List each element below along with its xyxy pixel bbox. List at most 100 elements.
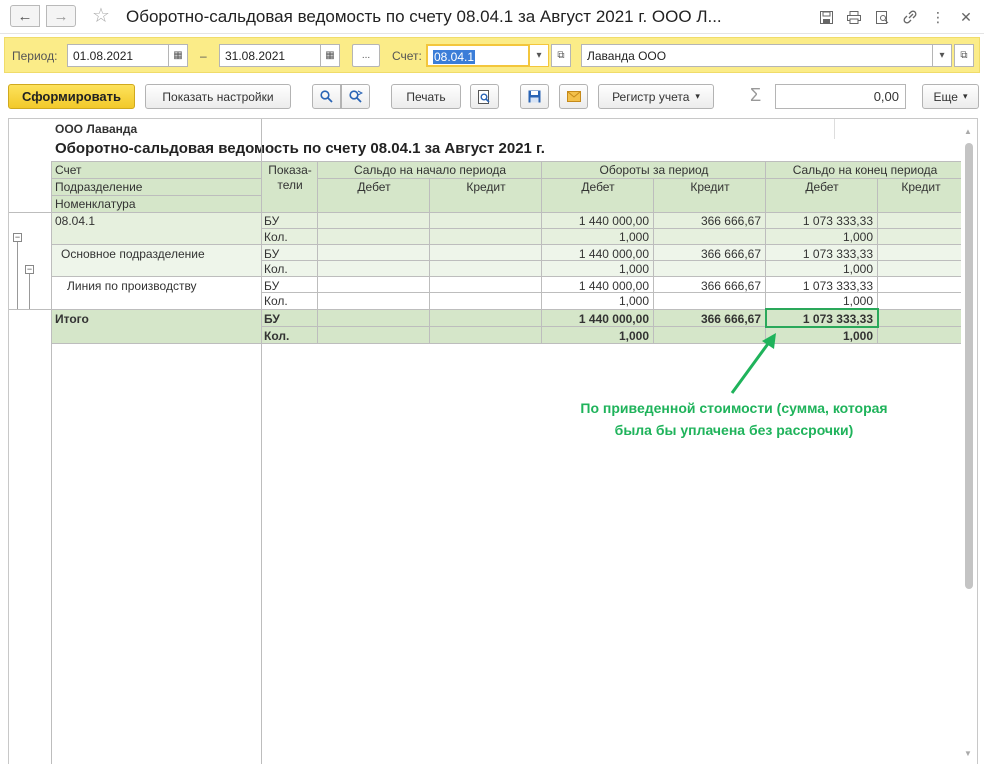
calendar-to-button[interactable]: ▦ — [320, 44, 340, 67]
annotation-text: По приведенной стоимости (сумма, которая… — [529, 397, 939, 441]
scroll-up-icon[interactable]: ▲ — [964, 127, 972, 136]
row-division-turnover-credit: 366 666,67 — [700, 247, 761, 261]
annotation-line-1: По приведенной стоимости (сумма, которая — [580, 400, 888, 416]
organization-dropdown-button[interactable]: ▾ — [932, 44, 952, 67]
period-label: Период: — [12, 49, 58, 63]
company-name: ООО Лаванда — [55, 122, 138, 136]
vertical-scrollbar[interactable]: ▲ ▼ — [961, 119, 977, 764]
group-closing-balance: Сальдо на конец периода — [792, 163, 938, 177]
row-nomenclature-ind2: Кол. — [264, 294, 288, 308]
preview-button[interactable] — [470, 84, 499, 109]
scroll-down-icon[interactable]: ▼ — [964, 749, 972, 758]
parameters-panel: Период: 01.08.2021 ▦ – 31.08.2021 ▦ ... … — [4, 37, 980, 73]
total-turnover-credit: 366 666,67 — [700, 312, 761, 326]
col-closing-credit: Кредит — [901, 180, 941, 194]
grid-line — [51, 161, 52, 764]
col-turnover-credit: Кредит — [690, 180, 730, 194]
total-name: Итого — [55, 312, 89, 326]
account-value: 08.04.1 — [433, 50, 476, 64]
row-account-ind1: БУ — [264, 214, 280, 228]
total-ind1: БУ — [264, 312, 280, 326]
save-button[interactable] — [520, 84, 549, 109]
calendar-icon: ▦ — [325, 50, 335, 61]
period-select-button[interactable]: ... — [352, 44, 380, 67]
col-nomenclature: Номенклатура — [55, 197, 136, 211]
account-open-button[interactable]: ⧉ — [551, 44, 571, 67]
group-opening-balance: Сальдо на начало периода — [353, 163, 507, 177]
row-nomenclature-ind1: БУ — [264, 279, 280, 293]
organization-open-button[interactable]: ⧉ — [954, 44, 974, 67]
chevron-down-icon: ▾ — [695, 91, 700, 101]
open-icon: ⧉ — [557, 50, 565, 61]
row-account-name: 08.04.1 — [55, 214, 96, 228]
row-account-turnover-credit: 366 666,67 — [700, 214, 761, 228]
scrollbar-thumb[interactable] — [965, 143, 973, 589]
chevron-down-icon: ▾ — [536, 50, 542, 61]
tree-line — [17, 242, 18, 309]
send-email-button[interactable] — [559, 84, 588, 109]
period-dash: – — [200, 49, 207, 63]
envelope-icon — [566, 91, 581, 102]
col-opening-credit: Кредит — [466, 180, 506, 194]
row-division-closing-debit-qty: 1,000 — [842, 262, 873, 276]
account-label: Счет: — [392, 49, 422, 63]
grid-line — [51, 161, 964, 162]
forward-button[interactable]: → — [46, 5, 76, 27]
col-turnover-debit: Дебет — [581, 180, 615, 194]
highlight-frame — [765, 308, 879, 328]
col-indicators-line1: Показа- — [268, 163, 312, 177]
total-ind2: Кол. — [264, 329, 290, 343]
row-nomenclature-turnover-debit: 1 440 000,00 — [578, 279, 649, 293]
floppy-icon — [528, 90, 541, 103]
grid-line — [834, 119, 835, 139]
star-icon[interactable]: ☆ — [92, 5, 110, 27]
close-icon[interactable]: ✕ — [954, 7, 978, 27]
col-account: Счет — [55, 163, 82, 177]
account-field[interactable]: 08.04.1 — [426, 44, 530, 67]
print-button[interactable]: Печать — [391, 84, 461, 109]
arrow-left-icon: ← — [17, 7, 33, 25]
grid-line — [51, 178, 261, 179]
show-settings-button[interactable]: Показать настройки — [145, 84, 291, 109]
report-area[interactable]: ООО Лаванда Оборотно-сальдовая ведомость… — [8, 118, 978, 764]
print-icon[interactable] — [842, 7, 866, 27]
sigma-icon: Σ — [750, 85, 762, 105]
more-icon[interactable]: ⋮ — [926, 7, 950, 27]
search-next-icon — [348, 90, 363, 103]
row-division-closing-debit: 1 073 333,33 — [802, 247, 873, 261]
row-account-closing-debit: 1 073 333,33 — [802, 214, 873, 228]
row-nomenclature-closing-debit-qty: 1,000 — [842, 294, 873, 308]
generate-button[interactable]: Сформировать — [8, 84, 135, 109]
row-division-ind2: Кол. — [264, 262, 288, 276]
date-from-field[interactable]: 01.08.2021 — [67, 44, 169, 67]
arrow-right-icon: → — [53, 7, 69, 25]
organization-field[interactable]: Лаванда ООО — [581, 44, 933, 67]
row-account-turnover-debit: 1 440 000,00 — [578, 214, 649, 228]
find-next-button[interactable] — [341, 84, 370, 109]
link-icon[interactable] — [898, 7, 922, 27]
chevron-down-icon: ▾ — [939, 50, 945, 61]
preview-icon — [478, 89, 490, 104]
date-to-field[interactable]: 31.08.2021 — [219, 44, 321, 67]
calendar-from-button[interactable]: ▦ — [168, 44, 188, 67]
find-button[interactable] — [312, 84, 341, 109]
more-label: Еще — [933, 89, 958, 104]
back-button[interactable]: ← — [10, 5, 40, 27]
group-turnover: Обороты за период — [599, 163, 709, 177]
preview-icon[interactable] — [870, 7, 894, 27]
window-actions: ⋮ ✕ — [814, 7, 978, 27]
title-bar: ← → ☆ Оборотно-сальдовая ведомость по сч… — [0, 0, 984, 34]
tree-line — [29, 274, 30, 309]
annotation-arrow — [730, 333, 776, 394]
register-button[interactable]: Регистр учета ▾ — [598, 84, 714, 109]
row-division-turnover-debit: 1 440 000,00 — [578, 247, 649, 261]
grid-line — [317, 161, 318, 343]
search-icon — [320, 90, 333, 103]
col-opening-debit: Дебет — [357, 180, 391, 194]
account-dropdown-button[interactable]: ▾ — [529, 44, 549, 67]
collapse-account-toggle[interactable]: − — [13, 233, 22, 242]
save-icon[interactable] — [814, 7, 838, 27]
row-account-turnover-debit-qty: 1,000 — [618, 230, 649, 244]
collapse-division-toggle[interactable]: − — [25, 265, 34, 274]
more-button[interactable]: Еще ▾ — [922, 84, 979, 109]
